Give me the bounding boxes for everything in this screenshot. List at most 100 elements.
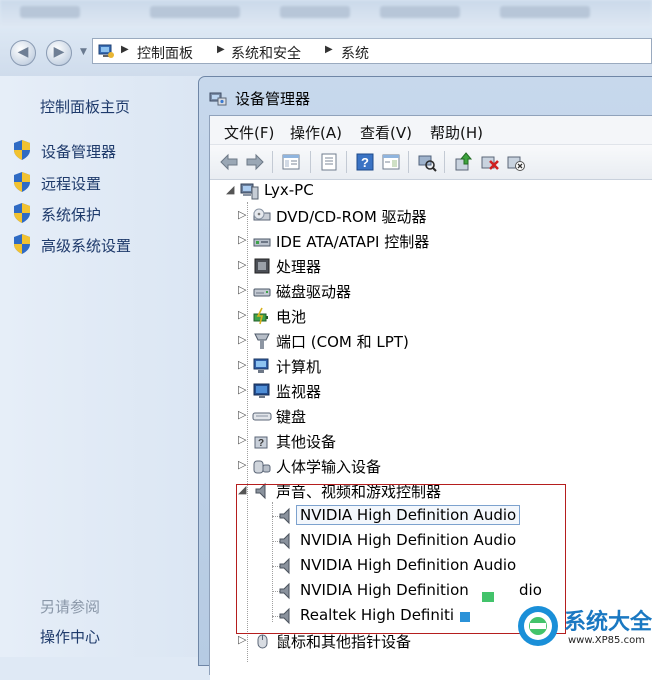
toolbar-separator — [310, 151, 311, 173]
collapse-arrow-icon[interactable]: ◢ — [226, 183, 236, 196]
expand-arrow-icon[interactable]: ▷ — [238, 333, 248, 346]
speaker-icon — [252, 481, 272, 501]
tree-connector — [247, 202, 248, 662]
keyboard-icon — [252, 406, 272, 426]
speaker-icon — [276, 581, 296, 601]
show-hide-tree-icon[interactable] — [280, 151, 302, 173]
tree-item-label: 鼠标和其他指针设备 — [276, 633, 412, 651]
menu-file[interactable]: 文件(F) — [224, 122, 274, 143]
sidebar-item-label: 高级系统设置 — [41, 237, 132, 255]
expand-arrow-icon[interactable]: ▷ — [238, 258, 248, 271]
tree-item-label: NVIDIA High Definition — [300, 581, 469, 599]
tree-item-label: 键盘 — [276, 408, 307, 426]
watermark-logo-icon — [516, 604, 560, 648]
blurred-title-strip — [0, 0, 652, 28]
breadcrumb-separator[interactable]: ▶ — [217, 44, 225, 55]
address-bar[interactable]: ▶ 控制面板 ▶ 系统和安全 ▶ 系统 — [92, 38, 652, 64]
port-icon — [252, 331, 272, 351]
device-manager-window: 设备管理器 文件(F) 操作(A) 查看(V) 帮助(H) ? ◢ Lyx-PC… — [198, 76, 652, 680]
tree-item-label: 监视器 — [276, 383, 322, 401]
speaker-icon — [276, 556, 296, 576]
dvd-drive-icon — [252, 206, 272, 226]
recent-pages-dropdown[interactable]: ▼ — [80, 47, 87, 57]
tree-item-label: 计算机 — [276, 358, 322, 376]
computer-icon — [240, 181, 260, 201]
breadcrumb-system-security[interactable]: 系统和安全 — [231, 43, 301, 63]
expand-arrow-icon[interactable]: ▷ — [238, 308, 248, 321]
breadcrumb-separator[interactable]: ▶ — [121, 44, 129, 55]
watermark-url: www.XP85.com — [568, 635, 645, 646]
expand-arrow-icon[interactable]: ▷ — [238, 408, 248, 421]
ide-controller-icon — [252, 231, 272, 251]
forward-button[interactable]: ▶ — [46, 40, 72, 66]
tree-item-label: 处理器 — [276, 258, 322, 276]
forward-icon[interactable] — [244, 151, 266, 173]
battery-icon — [252, 306, 272, 326]
uninstall-icon[interactable] — [478, 151, 500, 173]
toolbar-separator — [408, 151, 409, 173]
sidebar-item-label: 设备管理器 — [41, 143, 117, 161]
sidebar-item-label: 系统保护 — [41, 206, 102, 224]
breadcrumb-system[interactable]: 系统 — [341, 43, 369, 63]
expand-arrow-icon[interactable]: ▷ — [238, 358, 248, 371]
device-manager-client-area: 文件(F) 操作(A) 查看(V) 帮助(H) ? ◢ Lyx-PC ▷ DVD… — [209, 115, 652, 680]
disk-drive-icon — [252, 281, 272, 301]
tree-item-label: NVIDIA High Definition Audio — [300, 556, 517, 574]
uac-shield-icon — [12, 202, 32, 224]
tree-item-label: 端口 (COM 和 LPT) — [276, 333, 409, 351]
toolbar-separator — [272, 151, 273, 173]
tree-item-label: NVIDIA High Definition Audio — [295, 505, 521, 525]
menu-view[interactable]: 查看(V) — [360, 122, 412, 143]
breadcrumb-control-panel[interactable]: 控制面板 — [137, 43, 193, 63]
see-also-heading: 另请参阅 — [40, 598, 101, 616]
svg-text:?: ? — [258, 438, 264, 449]
control-panel-home-link[interactable]: 控制面板主页 — [40, 96, 130, 117]
tree-root-label: Lyx-PC — [264, 181, 314, 199]
tree-item-label: Realtek High Definiti — [300, 606, 455, 624]
uac-shield-icon — [12, 233, 32, 255]
speaker-icon — [276, 506, 296, 526]
tree-connector — [272, 502, 273, 622]
expand-arrow-icon[interactable]: ▷ — [238, 433, 248, 446]
site-watermark: 系统大全 www.XP85.com — [512, 598, 652, 657]
tree-item-label: 人体学输入设备 — [276, 458, 382, 476]
expand-arrow-icon[interactable]: ▷ — [238, 383, 248, 396]
collapse-arrow-icon[interactable]: ◢ — [238, 483, 248, 496]
update-driver-icon[interactable] — [452, 151, 474, 173]
back-icon[interactable] — [218, 151, 240, 173]
processor-icon — [252, 256, 272, 276]
scan-hardware-icon[interactable] — [416, 151, 438, 173]
menu-action[interactable]: 操作(A) — [290, 122, 342, 143]
other-devices-icon: ? — [252, 431, 272, 451]
action-center-link[interactable]: 操作中心 — [40, 626, 100, 647]
action-pane-icon[interactable] — [380, 151, 402, 173]
expand-arrow-icon[interactable]: ▷ — [238, 633, 248, 646]
sidebar-item-label: 远程设置 — [41, 175, 102, 193]
watermark-text: 系统大全 — [564, 610, 652, 635]
tree-item-label: 声音、视频和游戏控制器 — [276, 483, 442, 501]
tree-item-label: 电池 — [276, 308, 307, 326]
breadcrumb-separator[interactable]: ▶ — [325, 44, 333, 55]
expand-arrow-icon[interactable]: ▷ — [238, 208, 248, 221]
uac-shield-icon — [12, 139, 32, 161]
window-title: 设备管理器 — [235, 90, 311, 108]
control-panel-sidebar: 控制面板主页 设备管理器 远程设置 系统保护 高级系统设置 另请参阅 操作中心 — [0, 76, 200, 657]
watermark-decoration — [482, 592, 494, 602]
disable-icon[interactable] — [504, 151, 526, 173]
tree-item-label: 其他设备 — [276, 433, 337, 451]
expand-arrow-icon[interactable]: ▷ — [238, 458, 248, 471]
expand-arrow-icon[interactable]: ▷ — [238, 233, 248, 246]
device-manager-icon — [209, 89, 227, 107]
toolbar-separator — [346, 151, 347, 173]
tree-item-label: NVIDIA High Definition Audio — [300, 531, 517, 549]
help-icon[interactable]: ? — [354, 151, 376, 173]
uac-shield-icon — [12, 171, 32, 193]
expand-arrow-icon[interactable]: ▷ — [238, 283, 248, 296]
watermark-decoration — [460, 612, 470, 622]
mouse-icon — [252, 631, 272, 651]
hid-icon — [252, 456, 272, 476]
menu-help[interactable]: 帮助(H) — [430, 122, 483, 143]
properties-icon[interactable] — [318, 151, 340, 173]
back-button[interactable]: ◀ — [10, 40, 36, 66]
control-panel-icon — [97, 42, 115, 60]
